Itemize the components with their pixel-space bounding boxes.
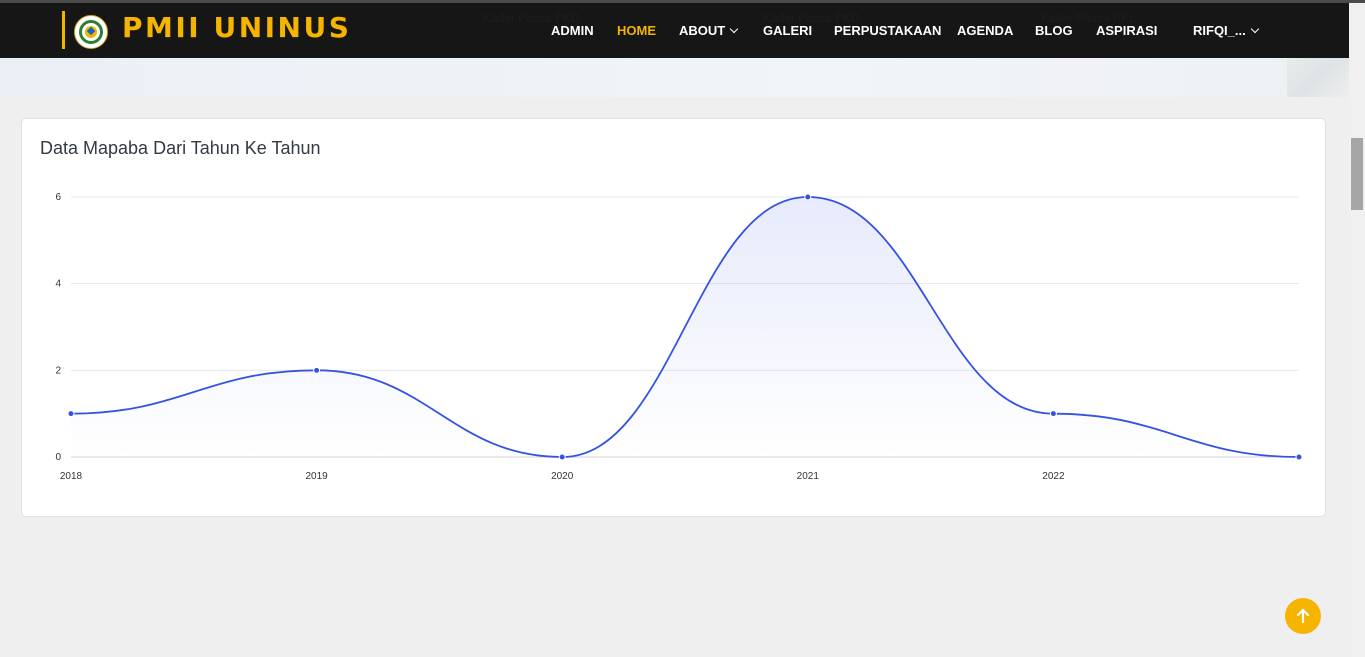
data-point bbox=[558, 453, 566, 461]
data-point bbox=[1049, 410, 1057, 418]
nav-home[interactable]: HOME bbox=[617, 23, 656, 38]
brand-accent-bar bbox=[62, 11, 65, 49]
nav-galeri[interactable]: GALERI bbox=[763, 23, 812, 38]
nav-galeri-label: GALERI bbox=[763, 23, 813, 38]
nav-home-label: HOME bbox=[617, 23, 656, 38]
hero-banner-strip bbox=[0, 58, 1349, 97]
arrow-up-icon bbox=[1296, 608, 1310, 624]
page: Kader Pasca PKD Kader Pasca PKD Kader Pa… bbox=[0, 0, 1365, 657]
back-to-top-button[interactable] bbox=[1285, 598, 1321, 634]
banner-image bbox=[1287, 58, 1349, 97]
mapaba-line-chart: 0 2 4 6 2018 2019 2020 2021 2022 bbox=[55, 192, 1303, 482]
nav-admin-label: ADMIN bbox=[551, 23, 594, 38]
scrollbar-thumb[interactable] bbox=[1351, 138, 1363, 210]
x-tick-label: 2020 bbox=[551, 471, 574, 482]
y-tick-label: 0 bbox=[55, 452, 61, 463]
nav-user-menu[interactable]: RIFQI_... bbox=[1193, 23, 1259, 38]
chevron-down-icon bbox=[729, 24, 739, 34]
x-tick-label: 2018 bbox=[60, 471, 83, 482]
nav-blog-label: BLOG bbox=[1035, 23, 1073, 38]
y-tick-label: 4 bbox=[55, 279, 61, 290]
chart-card: Data Mapaba Dari Tahun Ke Tahun 0 2 4 6 2018… bbox=[21, 118, 1326, 517]
x-tick-label: 2019 bbox=[305, 471, 328, 482]
data-point bbox=[804, 193, 812, 201]
x-tick-label: 2022 bbox=[1042, 471, 1065, 482]
nav-about-label: ABOUT bbox=[679, 23, 726, 38]
nav-aspirasi-label: ASPIRASI bbox=[1096, 23, 1158, 38]
nav-aspirasi[interactable]: ASPIRASI bbox=[1096, 23, 1157, 38]
data-point bbox=[67, 410, 75, 418]
scrollbar-track[interactable] bbox=[1349, 3, 1365, 657]
nav-about[interactable]: ABOUT bbox=[679, 23, 739, 38]
nav-user-label: RIFQI_... bbox=[1193, 23, 1246, 38]
nav-perpustakaan[interactable]: PERPUSTAKAAN bbox=[834, 23, 941, 38]
y-tick-label: 6 bbox=[55, 192, 61, 203]
nav-admin[interactable]: ADMIN bbox=[551, 23, 594, 38]
nav-agenda-label: AGENDA bbox=[957, 23, 1014, 38]
nav-perpustakaan-label: PERPUSTAKAAN bbox=[834, 23, 942, 38]
data-point bbox=[313, 366, 321, 374]
chevron-down-icon bbox=[1250, 24, 1259, 34]
pmii-logo-icon[interactable] bbox=[74, 15, 108, 49]
data-point bbox=[1295, 453, 1303, 461]
brand-name[interactable]: PMII UNINUS bbox=[122, 11, 351, 44]
nav-blog[interactable]: BLOG bbox=[1035, 23, 1073, 38]
y-tick-label: 2 bbox=[55, 365, 61, 376]
x-tick-label: 2021 bbox=[797, 471, 820, 482]
navbar: Kader Pasca PKD Kader Pasca PKD Kader Pa… bbox=[0, 3, 1349, 58]
nav-agenda[interactable]: AGENDA bbox=[957, 23, 1013, 38]
